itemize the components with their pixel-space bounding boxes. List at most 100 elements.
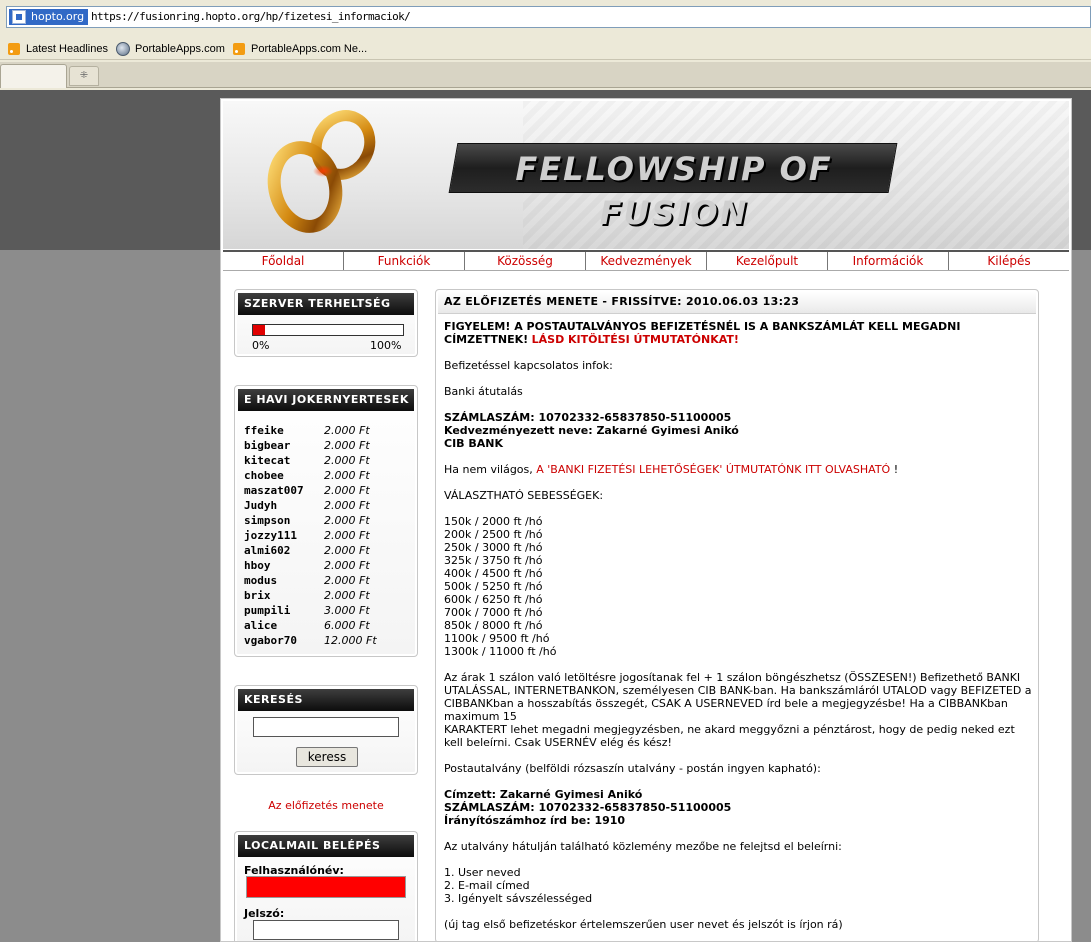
prices-paragraph-2: KARAKTERT lehet megadni megjegyzésben, n… xyxy=(444,723,1015,749)
site-badge-label: hopto.org xyxy=(31,10,85,23)
joker-name: chobee xyxy=(244,469,284,482)
joker-row: kitecat 2.000 Ft xyxy=(244,453,414,468)
bookmark-portableapps[interactable]: PortableApps.com xyxy=(115,40,225,58)
joker-amount: 3.000 Ft xyxy=(324,604,370,617)
account-number: SZÁMLASZÁM: 10702332-65837850-51100005 xyxy=(444,411,732,424)
joker-row: simpson 2.000 Ft xyxy=(244,513,414,528)
joker-name: simpson xyxy=(244,514,291,527)
site-favicon-icon xyxy=(12,10,26,24)
joker-amount: 2.000 Ft xyxy=(324,499,370,512)
subscription-howto-link[interactable]: Az előfizetés menete xyxy=(234,799,418,812)
bookmark-latest-headlines[interactable]: Latest Headlines xyxy=(6,40,108,58)
bookmark-portableapps-news[interactable]: PortableApps.com Ne... xyxy=(231,40,367,58)
joker-name: bigbear xyxy=(244,439,291,452)
notice-heading: Az utalvány hátulján található közlemény… xyxy=(444,840,842,853)
joker-row: jozzy111 2.000 Ft xyxy=(244,528,414,543)
bank-options-guide-link[interactable]: A 'BANKI FIZETÉSI LEHETŐSÉGEK' ÚTMUTATÓN… xyxy=(536,463,890,476)
server-load-min-label: 0% xyxy=(252,339,270,352)
password-field[interactable] xyxy=(253,920,399,940)
joker-row: vgabor70 12.000 Ft xyxy=(244,633,414,648)
nav-item-kozosseg[interactable]: Közösség xyxy=(465,252,586,270)
search-input[interactable] xyxy=(253,717,399,737)
joker-row: pumpili 3.000 Ft xyxy=(244,603,414,618)
nav-item-informaciok[interactable]: Információk xyxy=(828,252,949,270)
url-text[interactable]: https://fusionring.hopto.org/hp/fizetesi… xyxy=(91,8,411,26)
username-field[interactable] xyxy=(246,876,406,898)
search-button[interactable]: keress xyxy=(296,747,358,767)
rss-icon xyxy=(233,43,245,55)
address-bar[interactable]: hopto.org https://fusionring.hopto.org/h… xyxy=(6,6,1091,28)
joker-row: chobee 2.000 Ft xyxy=(244,468,414,483)
nav-item-fooldal[interactable]: Főoldal xyxy=(223,252,344,270)
joker-row: ffeike 2.000 Ft xyxy=(244,423,414,438)
site-container: FELLOWSHIP OF FUSION Főoldal Funkciók Kö… xyxy=(220,98,1072,942)
speed-option: 700k / 7000 ft /hó xyxy=(444,606,543,619)
panel-title: KERESÉS xyxy=(238,689,414,711)
help-suffix: ! xyxy=(893,463,899,476)
joker-winners-panel: E HAVI JOKERNYERTESEK ffeike 2.000 Ft bigb… xyxy=(234,385,418,657)
notice-item: 1. User neved xyxy=(444,866,521,879)
postal-account-number: SZÁMLASZÁM: 10702332-65837850-51100005 xyxy=(444,801,732,814)
new-tab-icon: ⁜ xyxy=(79,70,89,81)
joker-amount: 2.000 Ft xyxy=(324,559,370,572)
new-tab-button[interactable]: ⁜ xyxy=(69,66,99,86)
server-load-bar xyxy=(252,324,404,336)
joker-amount: 2.000 Ft xyxy=(324,574,370,587)
payment-intro: Befizetéssel kapcsolatos infok: xyxy=(444,359,613,372)
postal-heading: Postautalvány (belföldi rózsaszín utalvá… xyxy=(444,762,821,775)
joker-amount: 2.000 Ft xyxy=(324,544,370,557)
joker-row: almi602 2.000 Ft xyxy=(244,543,414,558)
speed-option: 600k / 6250 ft /hó xyxy=(444,593,543,606)
joker-name: pumpili xyxy=(244,604,291,617)
server-load-fill xyxy=(253,325,265,335)
gold-rings-icon xyxy=(267,110,376,233)
tab-current[interactable] xyxy=(0,64,67,88)
postal-zip: Írányítószámhoz írd be: 1910 xyxy=(444,814,626,827)
joker-amount: 2.000 Ft xyxy=(324,454,370,467)
joker-name: jozzy111 xyxy=(244,529,297,542)
speed-option: 250k / 3000 ft /hó xyxy=(444,541,543,554)
panel-title: E HAVI JOKERNYERTESEK xyxy=(238,389,414,411)
beneficiary-name: Kedvezményezett neve: Zakarné Gyimesi An… xyxy=(444,424,739,437)
joker-name: almi602 xyxy=(244,544,291,557)
speeds-heading: VÁLASZTHATÓ SEBESSÉGEK: xyxy=(444,489,604,502)
main-nav: Főoldal Funkciók Közösség Kedvezmények K… xyxy=(223,250,1069,271)
rss-icon xyxy=(8,43,20,55)
speed-option: 1100k / 9500 ft /hó xyxy=(444,632,550,645)
joker-name: ffeike xyxy=(244,424,284,437)
joker-amount: 2.000 Ft xyxy=(324,424,370,437)
browser-chrome: hopto.org https://fusionring.hopto.org/h… xyxy=(0,0,1091,90)
search-panel: KERESÉS keress xyxy=(234,685,418,775)
joker-amount: 2.000 Ft xyxy=(324,439,370,452)
notice-item: 2. E-mail címed xyxy=(444,879,530,892)
site-identity-badge[interactable]: hopto.org xyxy=(9,9,89,25)
server-load-max-label: 100% xyxy=(370,339,402,352)
joker-name: brix xyxy=(244,589,271,602)
joker-name: vgabor70 xyxy=(244,634,297,647)
main-content-panel: AZ ELŐFIZETÉS MENETE - FRISSÍTVE: 2010.0… xyxy=(435,289,1039,941)
notice-list: 1. User neved 2. E-mail címed 3. Igényelt … xyxy=(444,866,1034,905)
joker-row: modus 2.000 Ft xyxy=(244,573,414,588)
nav-item-kedvezmenyek[interactable]: Kedvezmények xyxy=(586,252,707,270)
postal-recipient: Címzett: Zakarné Gyimesi Anikó xyxy=(444,788,643,801)
speed-option: 150k / 2000 ft /hó xyxy=(444,515,543,528)
joker-name: kitecat xyxy=(244,454,291,467)
joker-name: alice xyxy=(244,619,278,632)
globe-icon xyxy=(116,42,130,56)
joker-amount: 2.000 Ft xyxy=(324,484,370,497)
site-title: FELLOWSHIP OF FUSION xyxy=(515,150,833,232)
filling-guide-link[interactable]: LÁSD KITÖLTÉSI ÚTMUTATÓNKAT! xyxy=(532,333,739,346)
bookmarks-toolbar: Latest Headlines PortableApps.com Portab… xyxy=(0,36,1091,60)
joker-row: maszat007 2.000 Ft xyxy=(244,483,414,498)
nav-item-kilepes[interactable]: Kilépés xyxy=(949,252,1069,270)
speed-option: 1300k / 11000 ft /hó xyxy=(444,645,557,658)
tab-strip: ⁜ xyxy=(0,62,1091,88)
joker-row: Judyh 2.000 Ft xyxy=(244,498,414,513)
nav-item-kezelopult[interactable]: Kezelőpult xyxy=(707,252,828,270)
joker-amount: 2.000 Ft xyxy=(324,514,370,527)
panel-title: SZERVER TERHELTSÉG xyxy=(238,293,414,315)
help-prefix: Ha nem világos, xyxy=(444,463,533,476)
nav-item-funkciok[interactable]: Funkciók xyxy=(344,252,465,270)
site-banner: FELLOWSHIP OF FUSION xyxy=(223,101,1069,249)
joker-amount: 2.000 Ft xyxy=(324,469,370,482)
